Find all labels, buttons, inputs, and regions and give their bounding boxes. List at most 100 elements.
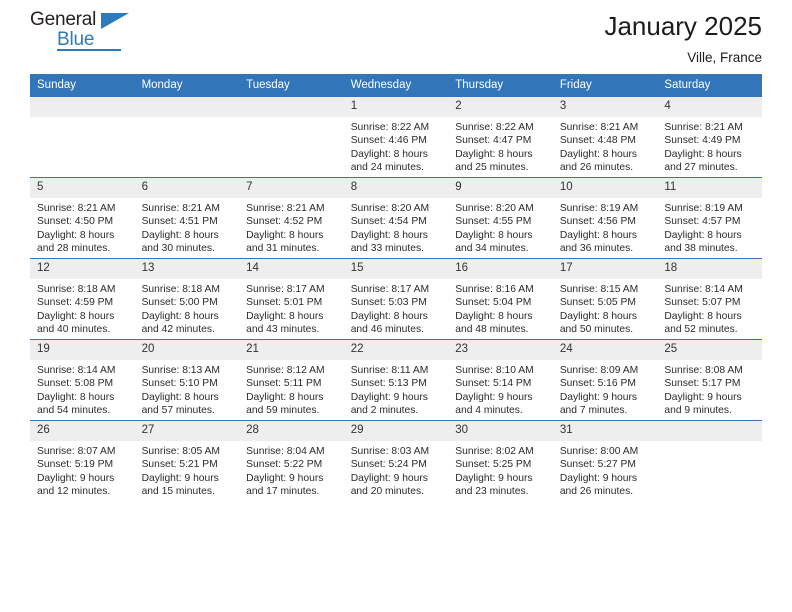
calendar-day-cell[interactable]: 21 Sunrise: 8:12 AM Sunset: 5:11 PM Dayligh…: [239, 339, 344, 421]
day-details: Sunrise: 8:04 AM Sunset: 5:22 PM Daylight:…: [239, 441, 344, 499]
calendar-day-cell[interactable]: 25 Sunrise: 8:08 AM Sunset: 5:17 PM Dayligh…: [657, 339, 762, 421]
day-number: 27: [134, 421, 240, 441]
calendar-day-cell[interactable]: 3 Sunrise: 8:21 AM Sunset: 4:48 PM Daylight…: [552, 96, 658, 178]
page-title: January 2025: [604, 11, 762, 41]
day-details: [30, 117, 135, 121]
day-detail-line: Sunset: 5:19 PM: [37, 459, 114, 471]
day-details: Sunrise: 8:17 AM Sunset: 5:03 PM Daylight:…: [344, 279, 449, 337]
calendar-day-cell[interactable]: 26 Sunrise: 8:07 AM Sunset: 5:19 PM Dayligh…: [30, 420, 135, 501]
day-detail-line: Sunrise: 8:00 AM: [559, 446, 639, 457]
day-details: Sunrise: 8:11 AM Sunset: 5:13 PM Daylight:…: [344, 360, 449, 418]
brand-logo[interactable]: General Blue: [30, 8, 150, 60]
day-detail-line: Daylight: 8 hours: [141, 310, 219, 322]
calendar-day-cell[interactable]: 5 Sunrise: 8:21 AM Sunset: 4:50 PM Daylight…: [30, 177, 135, 259]
calendar-day-cell[interactable]: 31 Sunrise: 8:00 AM Sunset: 5:27 PM Dayligh…: [552, 420, 658, 501]
day-detail-line: Sunrise: 8:22 AM: [455, 122, 534, 133]
calendar-day-cell[interactable]: 8 Sunrise: 8:20 AM Sunset: 4:54 PM Daylight…: [343, 177, 449, 259]
location-label: Ville, France: [687, 50, 762, 65]
day-details: Sunrise: 8:22 AM Sunset: 4:46 PM Daylight:…: [344, 117, 449, 175]
day-detail-line: Sunset: 5:04 PM: [455, 297, 532, 309]
calendar-day-cell[interactable]: 6 Sunrise: 8:21 AM Sunset: 4:51 PM Daylight…: [134, 177, 240, 259]
day-details: Sunrise: 8:19 AM Sunset: 4:57 PM Daylight:…: [657, 198, 762, 256]
day-detail-line: Sunrise: 8:21 AM: [559, 122, 639, 133]
day-number: 19: [30, 340, 135, 360]
calendar-day-cell[interactable]: 27 Sunrise: 8:05 AM Sunset: 5:21 PM Dayligh…: [134, 420, 240, 501]
day-number: 16: [448, 259, 553, 279]
day-detail-line: Sunrise: 8:20 AM: [350, 203, 430, 214]
day-number: 1: [343, 97, 449, 117]
brand-name-general: General: [30, 9, 97, 30]
day-details: Sunrise: 8:21 AM Sunset: 4:49 PM Daylight:…: [657, 117, 762, 175]
day-number: 3: [552, 97, 658, 117]
calendar-day-cell[interactable]: 28 Sunrise: 8:04 AM Sunset: 5:22 PM Dayligh…: [239, 420, 344, 501]
calendar-day-cell[interactable]: 7 Sunrise: 8:21 AM Sunset: 4:52 PM Daylight…: [239, 177, 344, 259]
day-number: 24: [552, 340, 658, 360]
calendar-day-cell[interactable]: 1 Sunrise: 8:22 AM Sunset: 4:46 PM Daylight…: [343, 96, 449, 178]
day-detail-line: Daylight: 8 hours: [350, 310, 428, 322]
day-detail-line: Sunset: 5:03 PM: [350, 297, 427, 309]
calendar-day-cell[interactable]: 11 Sunrise: 8:19 AM Sunset: 4:57 PM Dayligh…: [657, 177, 762, 259]
day-details: Sunrise: 8:18 AM Sunset: 5:00 PM Daylight:…: [135, 279, 240, 337]
calendar-day-cell[interactable]: 22 Sunrise: 8:11 AM Sunset: 5:13 PM Dayligh…: [343, 339, 449, 421]
day-detail-line: Sunset: 4:52 PM: [246, 216, 323, 228]
day-number: 12: [30, 259, 135, 279]
weekday-header-sunday: Sunday: [30, 74, 135, 97]
day-detail-line: Daylight: 8 hours: [37, 229, 115, 241]
weekday-header-saturday: Saturday: [657, 74, 762, 97]
day-detail-line: and 20 minutes.: [350, 486, 424, 498]
day-detail-line: Daylight: 8 hours: [559, 148, 638, 160]
calendar-day-cell-empty: [239, 96, 344, 178]
day-detail-line: Daylight: 9 hours: [559, 472, 638, 484]
day-number: 14: [239, 259, 344, 279]
day-detail-line: and 15 minutes.: [141, 486, 215, 498]
day-detail-line: and 38 minutes.: [664, 243, 738, 255]
day-detail-line: Sunrise: 8:05 AM: [141, 446, 220, 457]
day-detail-line: Daylight: 8 hours: [559, 310, 638, 322]
day-details: Sunrise: 8:21 AM Sunset: 4:48 PM Daylight:…: [553, 117, 658, 175]
day-detail-line: and 25 minutes.: [455, 162, 529, 174]
day-detail-line: Daylight: 8 hours: [246, 391, 324, 403]
day-detail-line: and 2 minutes.: [350, 405, 419, 417]
day-details: Sunrise: 8:09 AM Sunset: 5:16 PM Daylight:…: [553, 360, 658, 418]
calendar-day-cell[interactable]: 19 Sunrise: 8:14 AM Sunset: 5:08 PM Dayligh…: [30, 339, 135, 421]
calendar-day-cell[interactable]: 17 Sunrise: 8:15 AM Sunset: 5:05 PM Dayligh…: [552, 258, 658, 340]
day-detail-line: and 4 minutes.: [455, 405, 523, 417]
day-detail-line: Daylight: 9 hours: [37, 472, 115, 484]
calendar-day-cell[interactable]: 20 Sunrise: 8:13 AM Sunset: 5:10 PM Dayligh…: [134, 339, 240, 421]
day-detail-line: Sunrise: 8:02 AM: [455, 446, 534, 457]
day-number: 15: [343, 259, 449, 279]
day-detail-line: Sunset: 4:46 PM: [350, 135, 427, 147]
calendar-day-cell[interactable]: 29 Sunrise: 8:03 AM Sunset: 5:24 PM Dayligh…: [343, 420, 449, 501]
calendar-day-cell[interactable]: 2 Sunrise: 8:22 AM Sunset: 4:47 PM Daylight…: [448, 96, 553, 178]
calendar-day-cell[interactable]: 18 Sunrise: 8:14 AM Sunset: 5:07 PM Dayligh…: [657, 258, 762, 340]
day-detail-line: Sunset: 5:16 PM: [559, 378, 636, 390]
calendar-day-cell-empty: [657, 420, 762, 501]
calendar-day-cell[interactable]: 14 Sunrise: 8:17 AM Sunset: 5:01 PM Dayligh…: [239, 258, 344, 340]
weekday-header-friday: Friday: [552, 74, 658, 97]
calendar-day-cell[interactable]: 23 Sunrise: 8:10 AM Sunset: 5:14 PM Dayligh…: [448, 339, 553, 421]
calendar-day-cell[interactable]: 15 Sunrise: 8:17 AM Sunset: 5:03 PM Dayligh…: [343, 258, 449, 340]
day-detail-line: Sunset: 4:47 PM: [455, 135, 532, 147]
calendar-day-cell[interactable]: 4 Sunrise: 8:21 AM Sunset: 4:49 PM Daylight…: [657, 96, 762, 178]
day-detail-line: Sunset: 5:13 PM: [350, 378, 427, 390]
calendar-day-cell[interactable]: 16 Sunrise: 8:16 AM Sunset: 5:04 PM Dayligh…: [448, 258, 553, 340]
day-details: Sunrise: 8:20 AM Sunset: 4:54 PM Daylight:…: [344, 198, 449, 256]
calendar-day-cell[interactable]: 24 Sunrise: 8:09 AM Sunset: 5:16 PM Dayligh…: [552, 339, 658, 421]
calendar-day-cell[interactable]: 30 Sunrise: 8:02 AM Sunset: 5:25 PM Dayligh…: [448, 420, 553, 501]
calendar-day-cell[interactable]: 13 Sunrise: 8:18 AM Sunset: 5:00 PM Dayligh…: [134, 258, 240, 340]
calendar-week-row: 5 Sunrise: 8:21 AM Sunset: 4:50 PM Daylight…: [30, 177, 762, 259]
calendar-day-cell[interactable]: 10 Sunrise: 8:19 AM Sunset: 4:56 PM Dayligh…: [552, 177, 658, 259]
calendar-grid: Sunday Monday Tuesday Wednesday Thursday Frid…: [30, 74, 762, 501]
calendar-page: General Blue January 2025 Ville, France …: [0, 0, 792, 612]
weekday-header-wednesday: Wednesday: [343, 74, 449, 97]
day-detail-line: Daylight: 8 hours: [455, 310, 533, 322]
day-detail-line: Sunrise: 8:03 AM: [350, 446, 430, 457]
calendar-day-cell[interactable]: 9 Sunrise: 8:20 AM Sunset: 4:55 PM Daylight…: [448, 177, 553, 259]
day-detail-line: Sunset: 5:17 PM: [664, 378, 741, 390]
calendar-day-cell[interactable]: 12 Sunrise: 8:18 AM Sunset: 4:59 PM Dayligh…: [30, 258, 135, 340]
day-details: [239, 117, 344, 121]
day-detail-line: Sunset: 4:56 PM: [559, 216, 636, 228]
day-detail-line: and 17 minutes.: [246, 486, 320, 498]
day-details: Sunrise: 8:21 AM Sunset: 4:50 PM Daylight:…: [30, 198, 135, 256]
day-detail-line: Sunrise: 8:04 AM: [246, 446, 325, 457]
